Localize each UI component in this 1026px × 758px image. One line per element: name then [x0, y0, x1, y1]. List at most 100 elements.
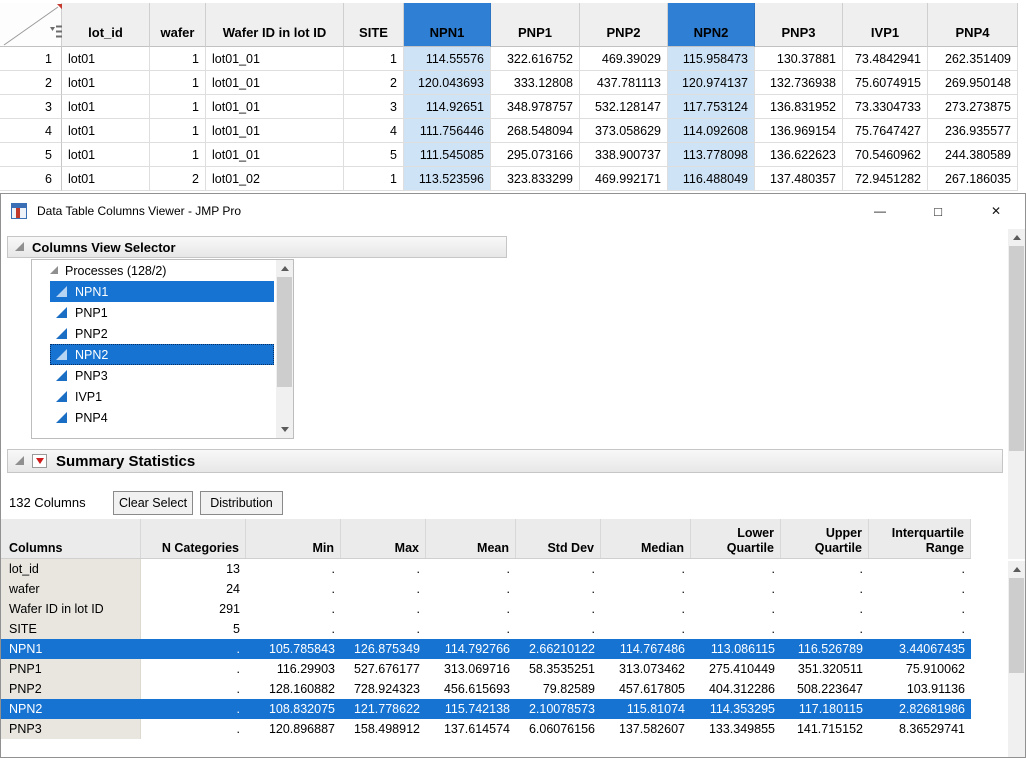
cell[interactable]: 3: [344, 95, 404, 119]
cell[interactable]: 437.781113: [580, 71, 668, 95]
tree-item-PNP2[interactable]: PNP2: [50, 323, 274, 344]
cell[interactable]: 114.55576: [404, 47, 491, 71]
cell[interactable]: 114.92651: [404, 95, 491, 119]
summary-header-min[interactable]: Min: [246, 519, 341, 558]
summary-header-columns[interactable]: Columns: [1, 519, 141, 558]
summary-header-n-categories[interactable]: N Categories: [141, 519, 246, 558]
cell[interactable]: 113.778098: [668, 143, 755, 167]
cell[interactable]: 136.969154: [755, 119, 843, 143]
scrollbar-thumb[interactable]: [277, 277, 292, 387]
cell[interactable]: 2: [344, 71, 404, 95]
row-number[interactable]: 2: [0, 71, 62, 95]
red-triangle-menu-icon[interactable]: [32, 454, 47, 468]
column-header-PNP3[interactable]: PNP3: [755, 3, 843, 47]
summary-header-median[interactable]: Median: [601, 519, 691, 558]
cell[interactable]: lot01: [62, 95, 150, 119]
column-header-NPN1[interactable]: NPN1: [404, 3, 491, 47]
cell[interactable]: 72.9451282: [843, 167, 928, 191]
cell[interactable]: lot01_01: [206, 119, 344, 143]
cell[interactable]: lot01: [62, 167, 150, 191]
disclosure-icon[interactable]: [15, 242, 24, 251]
tree-root-processes[interactable]: Processes (128/2): [32, 260, 293, 281]
disclosure-icon[interactable]: [50, 266, 58, 274]
summary-row-SITE[interactable]: SITE5........: [1, 619, 971, 639]
cell[interactable]: 262.351409: [928, 47, 1018, 71]
cell[interactable]: 295.073166: [491, 143, 580, 167]
tree-item-PNP3[interactable]: PNP3: [50, 365, 274, 386]
cell[interactable]: 1: [150, 47, 206, 71]
cell[interactable]: 269.950148: [928, 71, 1018, 95]
cell[interactable]: 73.3304733: [843, 95, 928, 119]
cell[interactable]: 244.380589: [928, 143, 1018, 167]
column-header-NPN2[interactable]: NPN2: [668, 3, 755, 47]
cell[interactable]: 114.092608: [668, 119, 755, 143]
cell[interactable]: 338.900737: [580, 143, 668, 167]
summary-row-Wafer-ID-in-lot-ID[interactable]: Wafer ID in lot ID291........: [1, 599, 971, 619]
distribution-button[interactable]: Distribution: [200, 491, 283, 515]
cell[interactable]: 373.058629: [580, 119, 668, 143]
cell[interactable]: 333.12808: [491, 71, 580, 95]
summary-row-wafer[interactable]: wafer24........: [1, 579, 971, 599]
row-number[interactable]: 3: [0, 95, 62, 119]
corner-header-cell[interactable]: [0, 3, 62, 47]
cell[interactable]: 113.523596: [404, 167, 491, 191]
column-header-PNP1[interactable]: PNP1: [491, 3, 580, 47]
cell[interactable]: 120.974137: [668, 71, 755, 95]
summary-row-PNP2[interactable]: PNP2.128.160882728.924323456.61569379.82…: [1, 679, 971, 699]
cell[interactable]: lot01_01: [206, 143, 344, 167]
cell[interactable]: 267.186035: [928, 167, 1018, 191]
tree-item-IVP1[interactable]: IVP1: [50, 386, 274, 407]
scroll-up-icon[interactable]: [1008, 229, 1025, 246]
cell[interactable]: 5: [344, 143, 404, 167]
tree-item-PNP4[interactable]: PNP4: [50, 407, 274, 428]
column-header-lot_id[interactable]: lot_id: [62, 3, 150, 47]
disclosure-icon[interactable]: [15, 456, 24, 465]
row-number[interactable]: 6: [0, 167, 62, 191]
cell[interactable]: lot01: [62, 71, 150, 95]
dialog-scrollbar[interactable]: [1008, 229, 1025, 559]
scrollbar-thumb[interactable]: [1009, 578, 1024, 673]
summary-row-PNP1[interactable]: PNP1.116.29903527.676177313.06971658.353…: [1, 659, 971, 679]
minimize-button[interactable]: —: [851, 194, 909, 228]
cell[interactable]: 75.6074915: [843, 71, 928, 95]
scrollbar-thumb[interactable]: [1009, 246, 1024, 451]
summary-header-interquartile-range[interactable]: Interquartile Range: [869, 519, 971, 558]
column-header-Wafer ID in lot ID[interactable]: Wafer ID in lot ID: [206, 3, 344, 47]
cell[interactable]: 130.37881: [755, 47, 843, 71]
cell[interactable]: 532.128147: [580, 95, 668, 119]
cell[interactable]: 322.616752: [491, 47, 580, 71]
cell[interactable]: 137.480357: [755, 167, 843, 191]
cell[interactable]: 70.5460962: [843, 143, 928, 167]
tree-item-PNP1[interactable]: PNP1: [50, 302, 274, 323]
cell[interactable]: 268.548094: [491, 119, 580, 143]
summary-header-mean[interactable]: Mean: [426, 519, 516, 558]
column-header-SITE[interactable]: SITE: [344, 3, 404, 47]
summary-table-scrollbar[interactable]: [1008, 561, 1025, 757]
cell[interactable]: 469.992171: [580, 167, 668, 191]
cell[interactable]: lot01: [62, 119, 150, 143]
column-header-wafer[interactable]: wafer: [150, 3, 206, 47]
cell[interactable]: 115.958473: [668, 47, 755, 71]
cell[interactable]: 120.043693: [404, 71, 491, 95]
summary-header-max[interactable]: Max: [341, 519, 426, 558]
cell[interactable]: 132.736938: [755, 71, 843, 95]
cell[interactable]: 111.545085: [404, 143, 491, 167]
scroll-up-icon[interactable]: [276, 260, 293, 277]
cell[interactable]: 2: [150, 167, 206, 191]
clear-select-button[interactable]: Clear Select: [113, 491, 193, 515]
cell[interactable]: 75.7647427: [843, 119, 928, 143]
cell[interactable]: 117.753124: [668, 95, 755, 119]
scroll-up-icon[interactable]: [1008, 561, 1025, 578]
row-number[interactable]: 1: [0, 47, 62, 71]
cell[interactable]: 4: [344, 119, 404, 143]
cell[interactable]: 136.831952: [755, 95, 843, 119]
summary-row-PNP3[interactable]: PNP3.120.896887158.498912137.6145746.060…: [1, 719, 971, 739]
summary-row-NPN2[interactable]: NPN2.108.832075121.778622115.7421382.100…: [1, 699, 971, 719]
cell[interactable]: lot01_01: [206, 47, 344, 71]
summary-row-NPN1[interactable]: NPN1.105.785843126.875349114.7927662.662…: [1, 639, 971, 659]
cell[interactable]: lot01: [62, 143, 150, 167]
maximize-button[interactable]: □: [909, 194, 967, 228]
cell[interactable]: 73.4842941: [843, 47, 928, 71]
column-header-IVP1[interactable]: IVP1: [843, 3, 928, 47]
cell[interactable]: 1: [150, 119, 206, 143]
